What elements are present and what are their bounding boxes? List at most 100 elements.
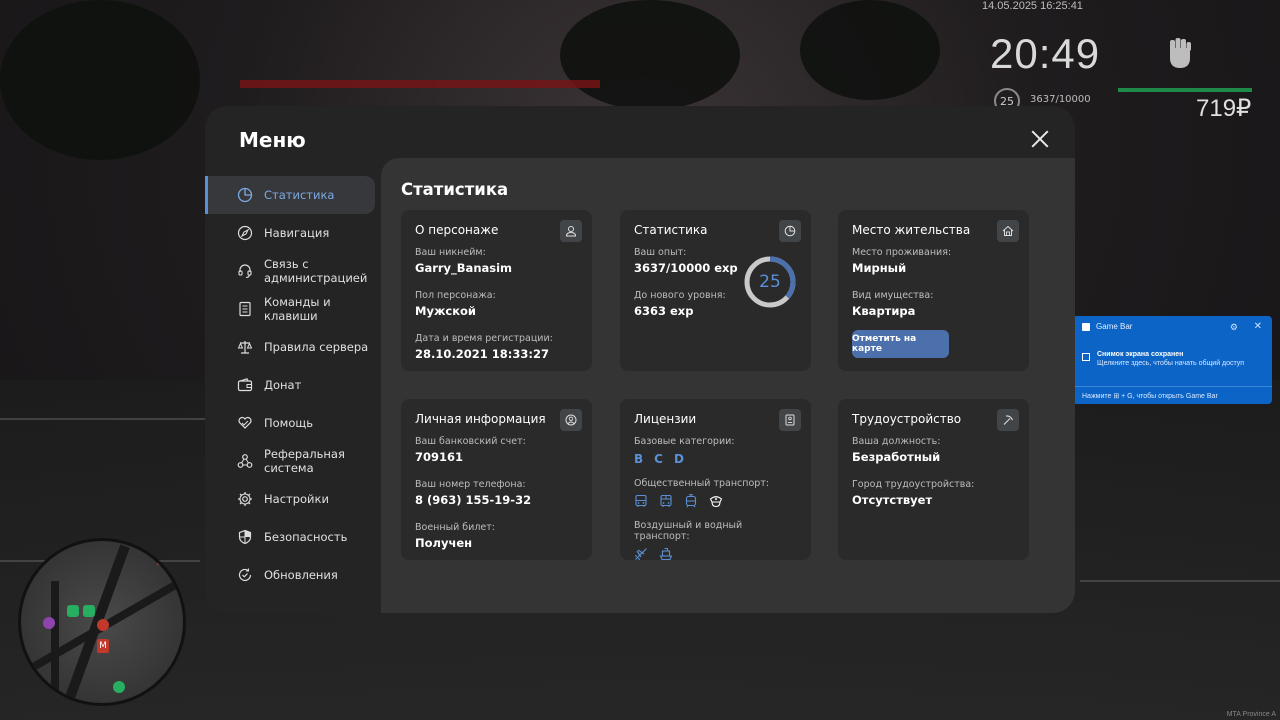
background-sign [240,80,600,88]
hud-exp: 3637/10000 [1030,94,1091,105]
background-tree [560,0,740,110]
card-title: Трудоустройство [852,412,962,426]
sidebar-item-settings[interactable]: Настройки [205,480,381,518]
boat-icon [659,548,673,561]
close-icon[interactable] [1031,130,1049,148]
scales-icon [237,341,253,354]
close-icon[interactable]: ✕ [1254,321,1262,332]
id-card-icon [779,409,801,431]
shop-icon [67,605,79,617]
plane-icon [634,548,647,561]
headset-icon [238,264,252,279]
sidebar-item-label: Реферальная система [264,447,345,475]
background-tree [0,0,200,160]
sidebar-item-label: Правила сервера [264,340,369,354]
sidebar-item-label: Помощь [264,416,314,430]
sidebar-item-donate[interactable]: Донат [205,366,381,404]
hud-money: 719₽ [1196,95,1252,122]
nickname-value: Garry_Banasim [415,261,513,275]
registration-value: 28.10.2021 18:33:27 [415,347,549,361]
card-residence: Место жительства Место проживания: Мирны… [838,210,1029,371]
sidebar-item-rules[interactable]: Правила сервера [205,328,381,366]
minimap: M M [18,538,186,706]
military-value: Получен [415,536,473,550]
gender-label: Пол персонажа: [415,290,496,301]
card-title: Личная информация [415,412,546,426]
captain-hat-icon [709,496,723,508]
phone-label: Ваш номер телефона: [415,479,526,490]
residence-label: Место проживания: [852,247,952,258]
air-water-transport-label: Воздушный и водный транспорт: [634,520,743,542]
license-category: C [654,452,663,466]
level-value: 25 [759,272,781,292]
wallet-icon [237,378,253,392]
base-categories: B C D [634,452,797,466]
road-line [1080,580,1280,582]
compass-icon [237,225,253,241]
military-label: Военный билет: [415,522,495,533]
sidebar-item-label: Настройки [264,492,329,506]
gamebar-subtitle: Щелкните здесь, чтобы начать общий досту… [1097,360,1245,367]
shop-icon [83,605,95,617]
registration-label: Дата и время регистрации: [415,333,553,344]
card-title: Статистика [634,223,708,237]
sidebar-item-updates[interactable]: Обновления [205,556,381,594]
bus-icon [635,494,647,507]
gender-value: Мужской [415,304,476,318]
hud-health-bar [1118,88,1252,92]
card-employment: Трудоустройство Ваша должность: Безработ… [838,399,1029,560]
home-icon [997,220,1019,242]
card-statistics: Статистика Ваш опыт: 3637/10000 exp До н… [620,210,811,371]
card-title: О персонаже [415,223,499,237]
marker-icon [43,617,55,629]
employment-city-label: Город трудоустройства: [852,479,975,490]
sidebar-item-commands[interactable]: Команды и клавиши [205,290,381,328]
refresh-check-icon [238,568,252,581]
sidebar-item-label: Связь с администрацией [264,257,368,285]
shield-icon [238,529,252,545]
base-categories-label: Базовые категории: [634,436,735,447]
property-label: Вид имущества: [852,290,934,301]
sidebar-item-referral[interactable]: Реферальная система [205,442,381,480]
section-title: Статистика [401,180,509,199]
menu-title: Меню [239,128,306,152]
bank-value: 709161 [415,450,464,464]
minimap-road [51,581,59,701]
sidebar-item-label: Навигация [264,226,330,240]
tram-icon [685,494,697,508]
mark-on-map-button[interactable]: Отметить на карте [852,330,949,358]
air-water-transport-icons [634,547,797,561]
metro-icon: M [97,639,109,653]
sidebar-item-label: Команды и клавиши [264,295,331,323]
position-label: Ваша должность: [852,436,941,447]
gamebar-notification[interactable]: Game Bar ⚙ ✕ Снимок экрана сохранен Щелк… [1072,316,1272,404]
pie-chart-icon [237,187,253,203]
property-value: Квартира [852,304,916,318]
bus-icon [660,494,672,507]
gear-icon[interactable]: ⚙ [1230,322,1238,333]
phone-value: 8 (963) 155-19-32 [415,493,532,507]
hud-clock: 20:49 [990,30,1101,77]
sidebar-item-statistics[interactable]: Статистика [205,176,375,214]
residence-value: Мирный [852,261,907,275]
sidebar-item-label: Донат [264,378,302,392]
document-icon [239,301,251,317]
sidebar-item-navigation[interactable]: Навигация [205,214,381,252]
hud-date: 14.05.2025 16:25:41 [982,0,1083,12]
sidebar-item-help[interactable]: Помощь [205,404,381,442]
employment-city-value: Отсутствует [852,493,933,507]
sidebar-item-security[interactable]: Безопасность [205,518,381,556]
position-value: Безработный [852,450,941,464]
sidebar: Статистика Навигация Связь с администрац… [205,176,381,594]
license-category: B [634,452,644,466]
background-tree [800,0,940,100]
card-title: Место жительства [852,223,971,237]
pickaxe-icon [997,409,1019,431]
gamebar-footer: Нажмите ⊞ + G, чтобы открыть Game Bar [1072,386,1272,404]
screenshot-icon [1082,353,1090,361]
sidebar-item-admin-contact[interactable]: Связь с администрацией [205,252,381,290]
sidebar-item-label: Статистика [264,188,335,202]
card-character: О персонаже Ваш никнейм: Garry_Banasim П… [401,210,592,371]
fist-icon [1170,38,1191,68]
nickname-label: Ваш никнейм: [415,247,486,258]
